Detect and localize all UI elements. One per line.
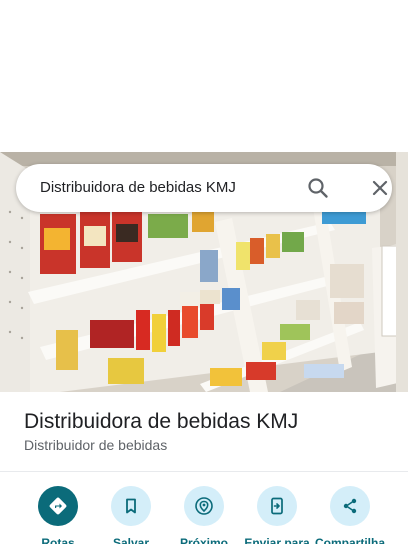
directions-label: Rotas bbox=[41, 536, 75, 544]
place-title: Distribuidora de bebidas KMJ bbox=[24, 410, 299, 433]
save-button[interactable]: Salvar bbox=[91, 486, 171, 544]
search-input[interactable]: Distribuidora de bebidas KMJ bbox=[40, 164, 236, 212]
share-icon bbox=[330, 486, 370, 526]
search-icon[interactable] bbox=[306, 176, 330, 200]
directions-icon bbox=[38, 486, 78, 526]
place-category: Distribuidor de bebidas bbox=[24, 437, 168, 453]
save-label: Salvar bbox=[112, 536, 150, 544]
share-button[interactable]: Compartilha bbox=[310, 486, 390, 544]
send-to-phone-button[interactable]: Enviar para bbox=[237, 486, 317, 544]
nearby-label: Próximo bbox=[179, 536, 228, 544]
send-to-phone-label: Enviar para bbox=[244, 536, 310, 544]
bookmark-icon bbox=[111, 486, 151, 526]
action-bar: Rotas Salvar Próximo Enviar para Compart… bbox=[0, 472, 408, 544]
nearby-button[interactable]: Próximo bbox=[164, 486, 244, 544]
map-blank-area bbox=[0, 0, 408, 152]
send-to-phone-icon bbox=[257, 486, 297, 526]
directions-button[interactable]: Rotas bbox=[18, 486, 98, 544]
search-bar[interactable]: Distribuidora de bebidas KMJ bbox=[16, 164, 392, 212]
place-info: Distribuidora de bebidas KMJ Distribuido… bbox=[0, 392, 408, 472]
nearby-icon bbox=[184, 486, 224, 526]
share-label: Compartilha bbox=[314, 536, 385, 544]
close-icon[interactable] bbox=[368, 176, 392, 200]
